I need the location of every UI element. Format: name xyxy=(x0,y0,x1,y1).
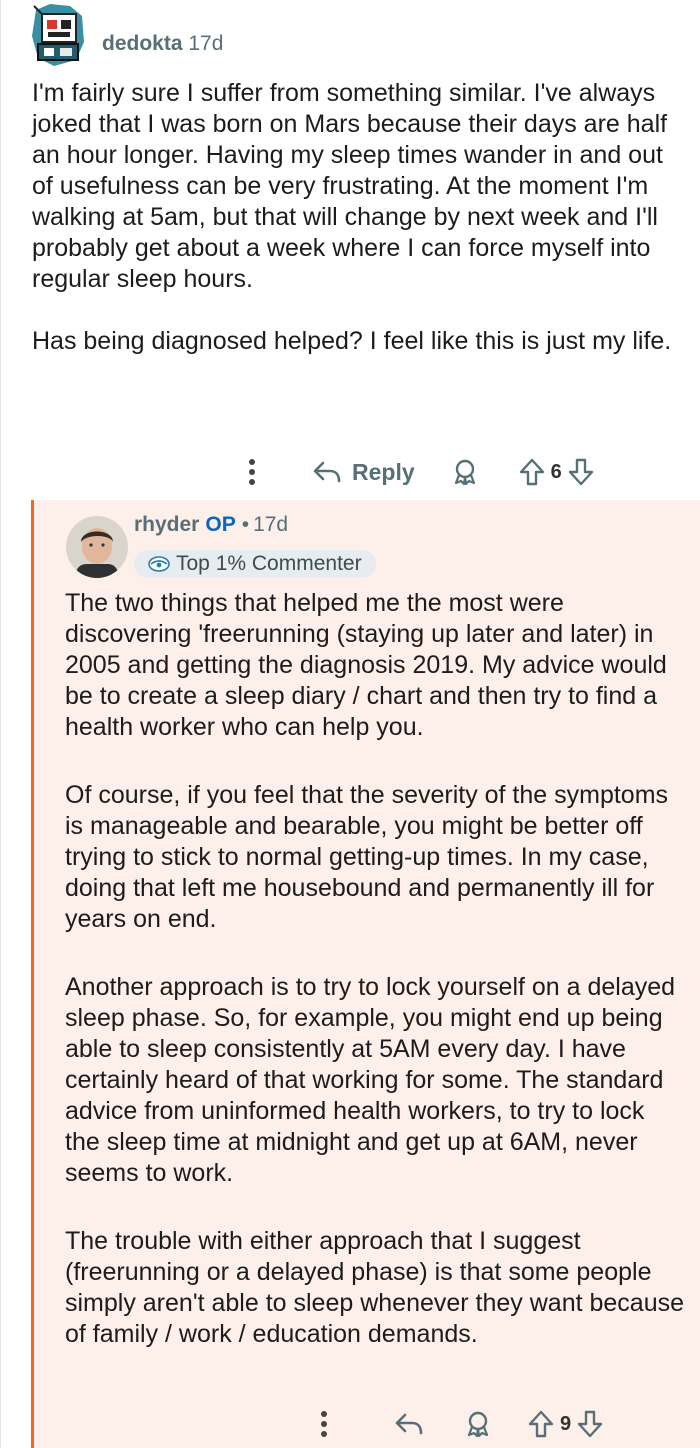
author-name[interactable]: rhyder xyxy=(134,513,199,536)
reply-comment: rhyder OP • 17d Top 1% Commenter The two th… xyxy=(31,500,700,1448)
reply-meta: rhyder OP • 17d xyxy=(134,513,288,537)
award-icon[interactable] xyxy=(451,458,479,486)
comment-body: I'm fairly sure I suffer from something … xyxy=(32,78,682,357)
comment-paragraph: I'm fairly sure I suffer from something … xyxy=(32,79,668,293)
upvote-icon[interactable] xyxy=(519,458,545,486)
comment: dedokta 17d I'm fairly sure I suffer fro… xyxy=(0,0,700,500)
more-dots-icon[interactable] xyxy=(248,459,278,485)
vote-count: 9 xyxy=(560,1412,572,1435)
reply-label: Reply xyxy=(352,458,415,485)
reply-actions: 9 xyxy=(320,1404,603,1444)
comment-age: 17d xyxy=(253,513,289,536)
reply-button[interactable]: Reply xyxy=(312,459,415,486)
reply-paragraph: Another approach is to try to lock yours… xyxy=(65,973,676,1187)
avatar[interactable] xyxy=(66,516,128,578)
op-label: OP xyxy=(205,513,236,536)
reply-paragraph: Of course, if you feel that the severity… xyxy=(65,781,669,933)
downvote-icon[interactable] xyxy=(568,458,594,486)
avatar[interactable] xyxy=(30,2,88,68)
reply-paragraph: The trouble with either approach that I … xyxy=(65,1227,685,1348)
downvote-icon[interactable] xyxy=(577,1410,603,1438)
upvote-icon[interactable] xyxy=(528,1410,554,1438)
more-dots-icon[interactable] xyxy=(320,1411,350,1437)
author-name[interactable]: dedokta xyxy=(102,32,183,55)
comment-actions: Reply 6 xyxy=(248,452,594,492)
top-commenter-icon xyxy=(148,556,170,572)
separator-dot: • xyxy=(241,513,250,536)
reply-paragraph: The two things that helped me the most w… xyxy=(65,589,667,741)
comment-age: 17d xyxy=(188,32,224,55)
reply-arrow-icon xyxy=(395,1413,423,1435)
comment-paragraph: Has being diagnosed helped? I feel like … xyxy=(32,327,672,355)
reply-body: The two things that helped me the most w… xyxy=(65,588,685,1350)
reply-arrow-icon xyxy=(313,461,341,483)
vote-control: 6 xyxy=(519,458,594,486)
badge-label: Top 1% Commenter xyxy=(176,552,362,575)
vote-count: 6 xyxy=(550,460,562,483)
comment-meta: dedokta 17d xyxy=(102,32,223,56)
reply-button[interactable] xyxy=(394,1412,424,1436)
award-icon[interactable] xyxy=(464,1410,492,1438)
vote-control: 9 xyxy=(528,1410,603,1438)
commenter-badge[interactable]: Top 1% Commenter xyxy=(134,550,376,578)
